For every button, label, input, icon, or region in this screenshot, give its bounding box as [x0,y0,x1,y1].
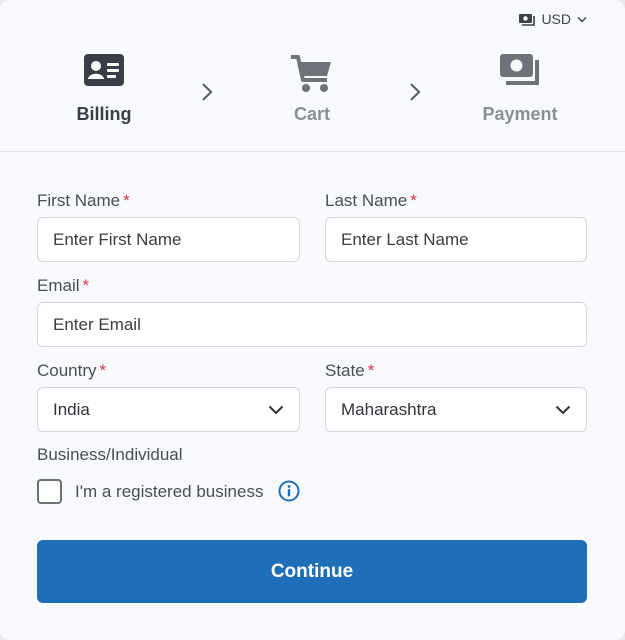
state-select[interactable]: Maharashtra [325,387,587,432]
money-stack-icon [460,54,580,98]
country-label-text: Country [37,361,97,380]
chevron-right-icon [200,82,214,107]
email-label-text: Email [37,276,80,295]
registered-business-label[interactable]: I'm a registered business [75,482,263,502]
chevron-down-icon [555,400,571,420]
chevron-down-icon [268,400,284,420]
required-mark: * [367,361,375,380]
step-label: Billing [76,104,132,124]
last-name-label: Last Name * [325,191,417,211]
last-name-label-text: Last Name [325,191,408,210]
required-mark: * [123,191,130,210]
last-name-input[interactable] [325,217,587,262]
country-select[interactable]: India [37,387,300,432]
first-name-input[interactable] [37,217,300,262]
checkout-card: USD Billing Cart Payment First Name * En… [0,0,625,640]
required-mark: * [410,191,417,210]
country-label: Country * [37,361,106,381]
step-payment[interactable]: Payment [460,54,580,125]
email-input[interactable] [37,302,587,347]
first-name-label-text: First Name [37,191,121,210]
first-name-label: First Name * [37,191,130,211]
business-label: Business/Individual [37,445,183,464]
chevron-right-icon [408,82,422,107]
required-mark: * [82,276,90,295]
email-label: Email * [37,276,89,296]
step-billing[interactable]: Billing [44,54,164,125]
step-cart[interactable]: Cart [252,54,372,125]
registered-business-checkbox[interactable] [37,479,62,504]
state-label: State * [325,361,374,381]
country-value: India [53,399,90,419]
continue-button[interactable]: Continue [37,540,587,603]
state-label-text: State [325,361,365,380]
step-label: Payment [482,104,558,124]
cart-icon [252,54,372,98]
required-mark: * [99,361,107,380]
state-value: Maharashtra [341,399,437,419]
step-label: Cart [293,104,330,124]
info-icon[interactable] [278,480,300,507]
checkout-stepper: Billing Cart Payment [0,0,625,152]
id-card-icon [44,54,164,98]
